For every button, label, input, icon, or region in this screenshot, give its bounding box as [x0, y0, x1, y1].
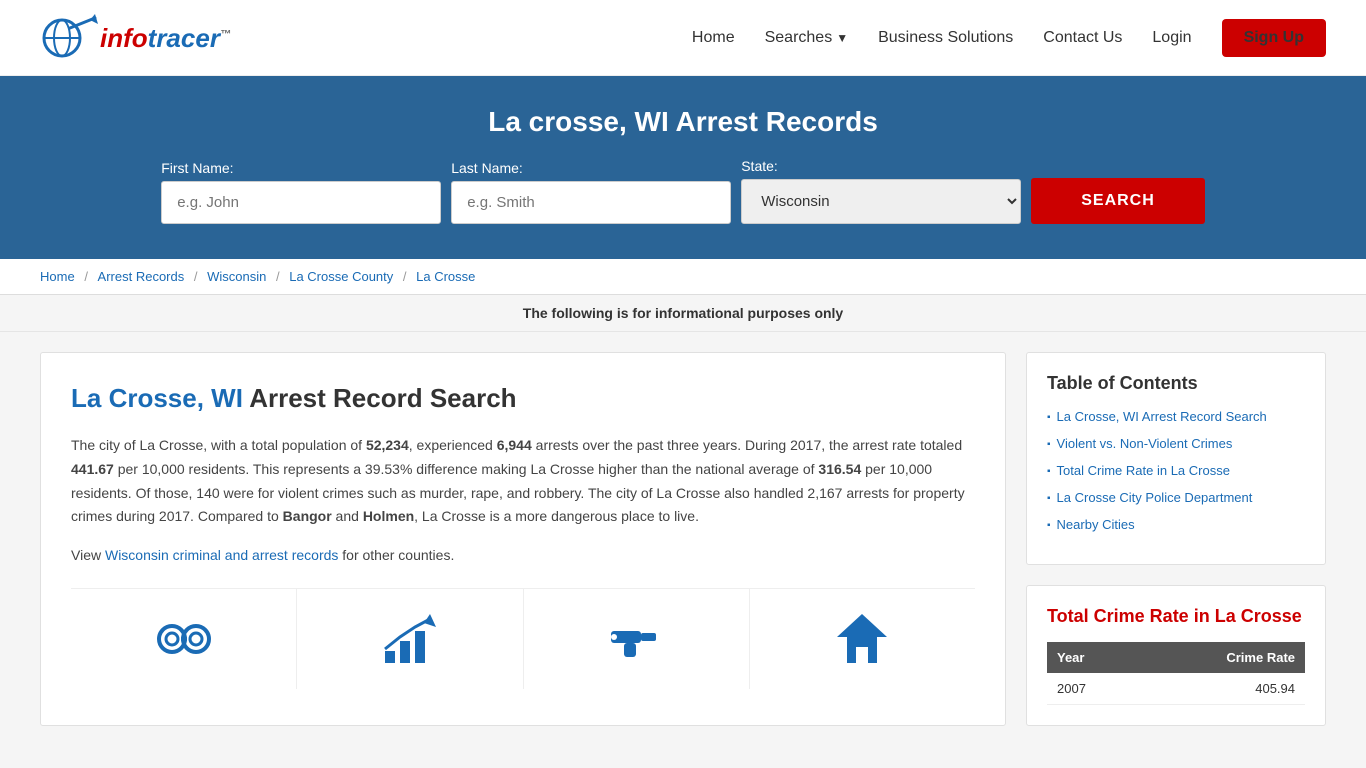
- content-paragraph1: The city of La Crosse, with a total popu…: [71, 434, 975, 529]
- breadcrumb-arrest-records[interactable]: Arrest Records: [98, 269, 185, 284]
- crime-rate-table: Year Crime Rate 2007 405.94: [1047, 642, 1305, 705]
- crime-year: 2007: [1047, 673, 1139, 705]
- logo: infotracer™: [40, 10, 231, 65]
- last-name-input[interactable]: [451, 181, 731, 224]
- last-name-label: Last Name:: [451, 160, 523, 176]
- handcuffs-icon: [154, 609, 214, 669]
- nav-home[interactable]: Home: [692, 29, 735, 47]
- crime-rate-value: 405.94: [1139, 673, 1305, 705]
- nav-signup[interactable]: Sign Up: [1222, 19, 1326, 57]
- state-select[interactable]: AlabamaAlaskaArizona ArkansasCaliforniaC…: [741, 179, 1021, 224]
- breadcrumb-sep2: /: [194, 269, 201, 284]
- content-paragraph2: View Wisconsin criminal and arrest recor…: [71, 544, 975, 568]
- arrests-value: 6,944: [497, 437, 532, 453]
- population-value: 52,234: [366, 437, 409, 453]
- crime-rate-title: Total Crime Rate in La Crosse: [1047, 606, 1305, 627]
- header: infotracer™ Home Searches ▼ Business Sol…: [0, 0, 1366, 76]
- house-icon: [832, 609, 892, 669]
- toc-link-1[interactable]: La Crosse, WI Arrest Record Search: [1057, 409, 1267, 424]
- breadcrumb-sep1: /: [84, 269, 91, 284]
- heading-blue: La Crosse, WI: [71, 383, 243, 413]
- breadcrumb-sep3: /: [276, 269, 283, 284]
- icon-cell-handcuffs: [71, 589, 297, 689]
- logo-icon: [40, 10, 100, 65]
- nav-login[interactable]: Login: [1152, 29, 1191, 47]
- breadcrumb-la-crosse-county[interactable]: La Crosse County: [289, 269, 393, 284]
- nav-searches[interactable]: Searches: [765, 29, 833, 47]
- col-crime-rate: Crime Rate: [1139, 642, 1305, 673]
- rate1-value: 441.67: [71, 461, 114, 477]
- search-button[interactable]: SEARCH: [1031, 178, 1205, 224]
- chart-icon: [380, 609, 440, 669]
- toc-box: Table of Contents La Crosse, WI Arrest R…: [1026, 352, 1326, 565]
- first-name-input[interactable]: [161, 181, 441, 224]
- main-nav: Home Searches ▼ Business Solutions Conta…: [692, 19, 1326, 57]
- chevron-down-icon: ▼: [836, 31, 848, 45]
- nav-searches-wrap[interactable]: Searches ▼: [765, 29, 848, 47]
- icon-cell-gun: [524, 589, 750, 689]
- last-name-field: Last Name:: [451, 160, 731, 224]
- nav-business-solutions[interactable]: Business Solutions: [878, 29, 1013, 47]
- first-name-field: First Name:: [161, 160, 441, 224]
- nav-contact-us[interactable]: Contact Us: [1043, 29, 1122, 47]
- toc-link-4[interactable]: La Crosse City Police Department: [1057, 490, 1253, 505]
- toc-item: La Crosse City Police Department: [1047, 490, 1305, 505]
- city2-value: Holmen: [363, 508, 414, 524]
- col-year: Year: [1047, 642, 1139, 673]
- toc-item: La Crosse, WI Arrest Record Search: [1047, 409, 1305, 424]
- info-note-text: The following is for informational purpo…: [523, 305, 843, 321]
- breadcrumb-la-crosse[interactable]: La Crosse: [416, 269, 475, 284]
- main-layout: La Crosse, WI Arrest Record Search The c…: [0, 332, 1366, 746]
- toc-list: La Crosse, WI Arrest Record Search Viole…: [1047, 409, 1305, 532]
- toc-item: Nearby Cities: [1047, 517, 1305, 532]
- toc-link-5[interactable]: Nearby Cities: [1057, 517, 1135, 532]
- crime-rate-box: Total Crime Rate in La Crosse Year Crime…: [1026, 585, 1326, 726]
- rate2-value: 316.54: [818, 461, 861, 477]
- content-area: La Crosse, WI Arrest Record Search The c…: [40, 352, 1006, 726]
- hero-section: La crosse, WI Arrest Records First Name:…: [0, 76, 1366, 259]
- sidebar: Table of Contents La Crosse, WI Arrest R…: [1026, 352, 1326, 726]
- content-heading: La Crosse, WI Arrest Record Search: [71, 383, 975, 414]
- info-note: The following is for informational purpo…: [0, 295, 1366, 332]
- toc-item: Total Crime Rate in La Crosse: [1047, 463, 1305, 478]
- heading-dark: Arrest Record Search: [243, 383, 517, 413]
- breadcrumb: Home / Arrest Records / Wisconsin / La C…: [0, 259, 1366, 295]
- toc-link-3[interactable]: Total Crime Rate in La Crosse: [1057, 463, 1230, 478]
- city1-value: Bangor: [283, 508, 332, 524]
- page-title: La crosse, WI Arrest Records: [40, 106, 1326, 138]
- state-field: State: AlabamaAlaskaArizona ArkansasCali…: [741, 158, 1021, 224]
- breadcrumb-sep4: /: [403, 269, 410, 284]
- wisconsin-records-link[interactable]: Wisconsin criminal and arrest records: [105, 547, 338, 563]
- icon-row: [71, 588, 975, 689]
- logo-tm: ™: [220, 28, 231, 40]
- toc-title: Table of Contents: [1047, 373, 1305, 394]
- logo-info: info: [100, 23, 148, 53]
- gun-icon: [606, 609, 666, 669]
- toc-item: Violent vs. Non-Violent Crimes: [1047, 436, 1305, 451]
- breadcrumb-wisconsin[interactable]: Wisconsin: [207, 269, 266, 284]
- first-name-label: First Name:: [161, 160, 233, 176]
- search-form: First Name: Last Name: State: AlabamaAla…: [40, 158, 1326, 224]
- toc-link-2[interactable]: Violent vs. Non-Violent Crimes: [1057, 436, 1233, 451]
- breadcrumb-home[interactable]: Home: [40, 269, 75, 284]
- state-label: State:: [741, 158, 778, 174]
- table-row: 2007 405.94: [1047, 673, 1305, 705]
- logo-tracer: tracer: [148, 23, 220, 53]
- icon-cell-house: [750, 589, 975, 689]
- icon-cell-chart: [297, 589, 523, 689]
